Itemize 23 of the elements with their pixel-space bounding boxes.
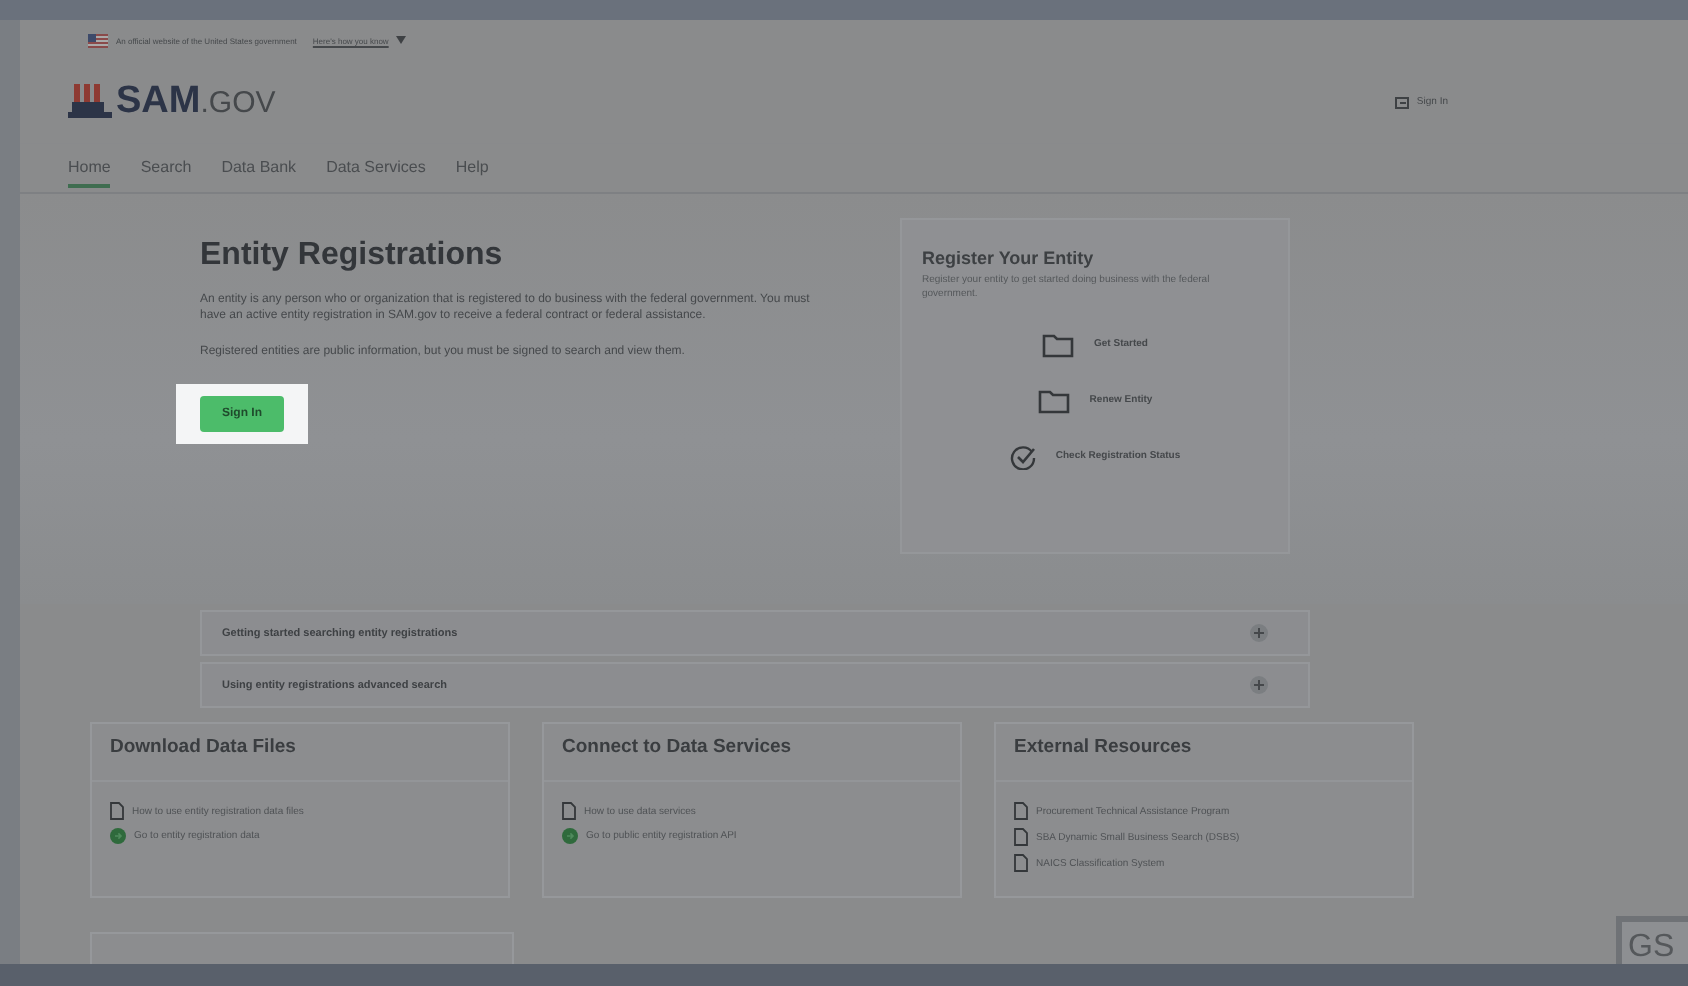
corner-logo: GS <box>1616 916 1688 964</box>
flag-icon <box>88 33 108 47</box>
document-icon <box>110 802 124 820</box>
logo-icon <box>68 82 112 122</box>
card-title: Connect to Data Services <box>544 736 960 782</box>
card-title: Download Data Files <box>92 736 508 782</box>
nav-tab[interactable]: Home <box>68 148 111 188</box>
card-title: Register Your Entity <box>922 248 1096 268</box>
folder-icon <box>1037 387 1070 413</box>
nav-tab[interactable]: Data Services <box>326 148 426 188</box>
nav-tab[interactable]: Help <box>455 148 489 188</box>
arrow-circle-icon <box>562 828 578 844</box>
caret-icon <box>396 36 407 44</box>
folder-icon <box>1042 331 1075 357</box>
sign-in-icon <box>1394 95 1411 109</box>
page-title: Entity Registrations <box>200 238 505 274</box>
nav-tab[interactable]: Search <box>140 148 192 188</box>
document-icon <box>562 802 576 820</box>
logo-text: SAM.GOV <box>116 84 276 122</box>
nav-tab[interactable]: Data Bank <box>221 148 297 188</box>
check-circle-icon <box>1009 443 1036 469</box>
arrow-circle-icon <box>110 828 126 844</box>
card-title: External Resources <box>996 736 1412 782</box>
